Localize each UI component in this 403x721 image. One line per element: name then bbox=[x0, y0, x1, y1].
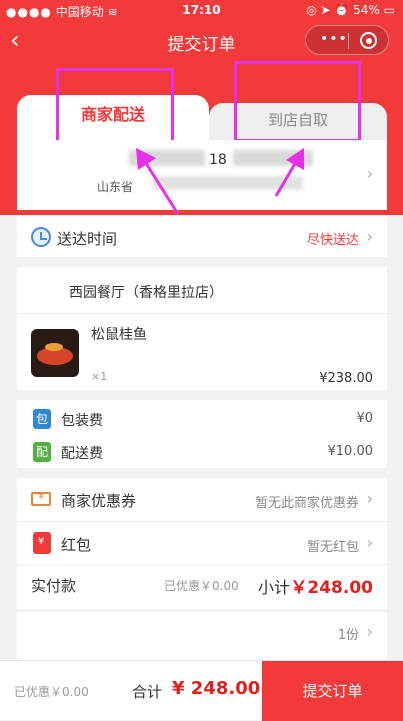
dish-quantity: ×1 bbox=[91, 370, 108, 383]
capsule-divider bbox=[348, 33, 349, 49]
red-packet-icon bbox=[33, 532, 51, 554]
promo-label: 商家优惠券 bbox=[61, 492, 137, 510]
battery-status: ◎ ➤ ⏰ 54% ▭ bbox=[306, 3, 395, 17]
mini-program-capsule: ••• bbox=[305, 25, 389, 55]
chevron-right-icon: › bbox=[366, 164, 373, 183]
shop-name: 西园餐厅（香格里拉店） bbox=[69, 285, 223, 301]
coupon-icon bbox=[31, 491, 51, 506]
red-packet-row[interactable]: 红包 暂无红包 › bbox=[17, 521, 387, 563]
status-bar: ●●●● 中国移动 ≋ 17:10 ◎ ➤ ⏰ 54% ▭ bbox=[0, 0, 403, 20]
fee-label: 包装费 bbox=[61, 413, 103, 429]
highlight-box bbox=[56, 68, 174, 151]
address-card[interactable]: 18 山东省 › bbox=[17, 140, 387, 210]
promo-label: 红包 bbox=[61, 536, 92, 554]
total-amount: ¥ 248.00 bbox=[172, 678, 261, 699]
payment-summary-row: 实付款 已优惠￥0.00 小计 ￥248.00 bbox=[17, 564, 387, 604]
arrow-shaft bbox=[142, 159, 180, 215]
arrow-shaft bbox=[274, 161, 298, 197]
more-dots-icon[interactable]: ••• bbox=[320, 31, 348, 47]
delivery-fee-row: 配 配送费 ¥10.00 bbox=[17, 439, 387, 467]
chevron-right-icon: › bbox=[366, 227, 373, 246]
annotation-arrow bbox=[136, 148, 180, 215]
dish-price: ¥238.00 bbox=[319, 371, 373, 386]
payment-discount: 已优惠￥0.00 bbox=[164, 579, 239, 593]
divider bbox=[17, 313, 387, 314]
total-label: 合计 bbox=[132, 683, 163, 701]
annotation-arrow bbox=[274, 148, 304, 197]
packaging-fee-row: 包 包装费 ¥0 bbox=[17, 406, 387, 434]
target-icon[interactable] bbox=[360, 32, 377, 49]
navbar: ‹ 提交订单 ••• bbox=[0, 20, 403, 60]
order-card: 西园餐厅（香格里拉店） 松鼠桂鱼 ×1 ¥238.00 包 包装费 ¥0 配 配… bbox=[17, 267, 387, 609]
submit-order-button[interactable]: 提交订单 bbox=[262, 661, 403, 721]
highlight-box bbox=[234, 61, 361, 142]
address-region: 山东省 bbox=[97, 180, 134, 194]
copies-row[interactable]: 1份 › bbox=[17, 612, 387, 660]
phone-prefix: 18 bbox=[209, 152, 227, 168]
delivery-time-row[interactable]: 送达时间 尽快送达 › bbox=[17, 215, 387, 257]
chevron-right-icon: › bbox=[366, 489, 373, 508]
copies-value: 1份 bbox=[337, 628, 359, 643]
delivery-time-value: 尽快送达 bbox=[306, 233, 359, 248]
payment-label: 实付款 bbox=[31, 577, 77, 595]
arrow-head bbox=[286, 148, 304, 170]
bottom-discount: 已优惠￥0.00 bbox=[14, 685, 89, 699]
fee-value: ¥0 bbox=[356, 411, 373, 426]
subtotal-label: 小计 bbox=[258, 578, 291, 597]
dish-name: 松鼠桂鱼 bbox=[91, 327, 147, 343]
package-icon: 包 bbox=[33, 409, 51, 429]
chevron-right-icon: › bbox=[366, 622, 373, 641]
promo-value: 暂无红包 bbox=[306, 540, 359, 555]
battery-icon: ▭ bbox=[383, 3, 395, 17]
promo-value: 暂无此商家优惠券 bbox=[254, 496, 359, 511]
delivery-time-label: 送达时间 bbox=[57, 230, 118, 248]
section-gap bbox=[17, 390, 387, 400]
checkout-bar: 已优惠￥0.00 合计 ¥ 248.00 提交订单 bbox=[0, 660, 403, 721]
clock-icon bbox=[31, 227, 51, 247]
arrow-head bbox=[136, 148, 156, 170]
fee-label: 配送费 bbox=[61, 446, 103, 462]
section-gap bbox=[17, 468, 387, 478]
subtotal-amount: ￥248.00 bbox=[290, 578, 373, 598]
merchant-coupon-row[interactable]: 商家优惠券 暂无此商家优惠券 › bbox=[17, 478, 387, 520]
dish-image bbox=[31, 329, 79, 377]
delivery-icon: 配 bbox=[33, 442, 51, 462]
chevron-right-icon: › bbox=[366, 533, 373, 552]
fee-value: ¥10.00 bbox=[327, 444, 374, 459]
